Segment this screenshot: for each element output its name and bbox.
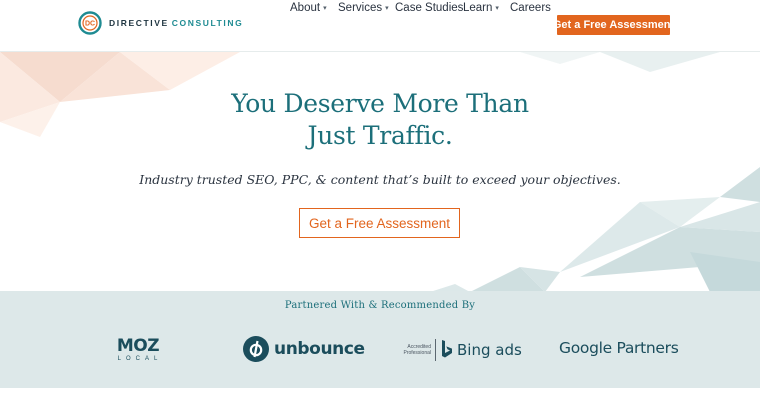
chevron-down-icon: ▾ (495, 5, 499, 12)
hero-subtitle: Industry trusted SEO, PPC, & content tha… (139, 172, 621, 187)
logo-word-consulting: CONSULTING (171, 18, 244, 28)
bing-badge-line2: Professional (403, 350, 431, 356)
nav-case-studies-label: Case Studies (395, 2, 464, 14)
bing-b-icon (442, 340, 452, 358)
header-cta-button[interactable]: Get a Free Assessment (553, 15, 674, 35)
bing-ads-logo: Accredited Professional Bing ads (401, 339, 522, 361)
nav-case-studies[interactable]: Case Studies (395, 0, 463, 16)
hero-title-line1: You Deserve More Than (231, 89, 529, 118)
unbounce-logo: unbounce (243, 336, 365, 362)
bing-divider (435, 339, 436, 361)
unbounce-icon (243, 336, 269, 362)
partners-heading: Partnered With & Recommended By (284, 300, 476, 311)
hero-title: You Deserve More Than Just Traffic. (0, 88, 760, 152)
nav-about-label: About (290, 2, 321, 14)
site-header: DC DIRECTIVE CONSULTING About ▾ Services ▾ … (0, 0, 760, 52)
nav-careers-label: Careers (510, 2, 551, 14)
logo-wordmark: DIRECTIVE CONSULTING (109, 18, 243, 28)
bing-ads-word: Bing ads (457, 341, 522, 359)
nav-learn[interactable]: Learn ▾ (463, 0, 499, 17)
nav-learn-label: Learn (463, 2, 493, 14)
hero-cta-button[interactable]: Get a Free Assessment (299, 208, 460, 238)
bing-accredited-badge: Accredited Professional (401, 344, 431, 356)
google-partners-logo: Google Partners (559, 339, 679, 357)
moz-logo-word: MOZ (116, 336, 160, 356)
site-logo[interactable]: DC DIRECTIVE CONSULTING (78, 11, 243, 35)
nav-about[interactable]: About ▾ (290, 0, 327, 17)
nav-careers[interactable]: Careers (510, 0, 551, 16)
logo-word-directive: DIRECTIVE (109, 18, 169, 28)
unbounce-logo-word: unbounce (274, 339, 365, 359)
nav-services-label: Services (338, 2, 383, 14)
nav-services[interactable]: Services ▾ (338, 0, 389, 17)
chevron-down-icon: ▾ (323, 5, 327, 12)
logo-icon: DC (78, 11, 102, 35)
hero-title-line2: Just Traffic. (307, 121, 453, 150)
moz-local-logo: MOZ LOCAL (108, 337, 168, 362)
partners-section: Partnered With & Recommended By MOZ LOCA… (0, 291, 760, 388)
chevron-down-icon: ▾ (385, 5, 389, 12)
moz-logo-sub: LOCAL (117, 356, 163, 362)
logo-initials: DC (85, 21, 95, 28)
